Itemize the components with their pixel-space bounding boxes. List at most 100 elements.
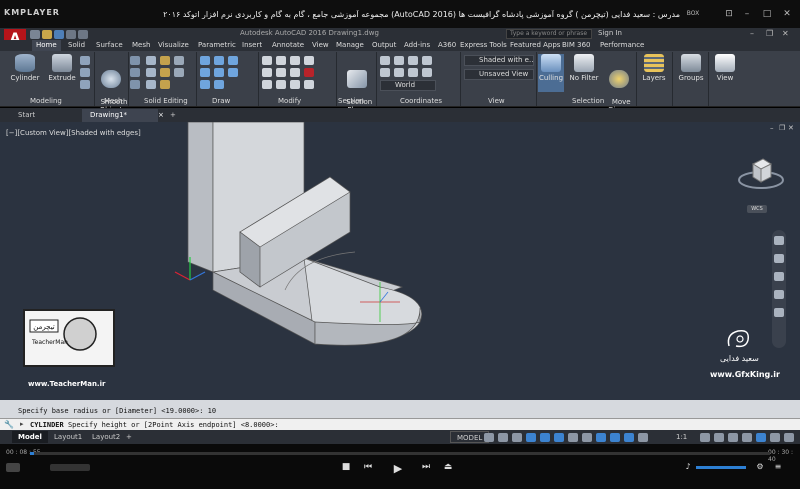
group-label-selection[interactable]: Selection	[572, 97, 604, 105]
clean-screen-icon[interactable]	[770, 433, 780, 442]
group-label-modify[interactable]: Modify	[278, 97, 301, 105]
group-label-section[interactable]: Section	[338, 97, 364, 105]
revolve-tool-icon[interactable]	[80, 80, 90, 89]
group-label-solid-editing[interactable]: Solid Editing	[144, 97, 188, 105]
tab-add-ins[interactable]: Add-ins	[400, 40, 434, 51]
tab-surface[interactable]: Surface	[92, 40, 127, 51]
trim-icon[interactable]	[290, 68, 300, 77]
culling-button[interactable]: Culling	[538, 54, 564, 92]
osnap-icon[interactable]	[540, 433, 550, 442]
status-menu-icon[interactable]	[784, 433, 794, 442]
ucs-dropdown[interactable]: World	[380, 80, 436, 91]
selection-cycling-icon[interactable]	[596, 433, 606, 442]
command-prompt[interactable]: CYLINDER Specify height or [2Point Axis …	[30, 421, 279, 429]
start-tab[interactable]: Start	[10, 109, 43, 122]
eject-icon[interactable]: ⏏	[440, 462, 456, 472]
units-icon[interactable]	[742, 433, 752, 442]
maximize-icon[interactable]: □	[760, 9, 774, 19]
erase-icon[interactable]	[304, 68, 314, 77]
ucs-object-icon[interactable]	[394, 68, 404, 77]
ucs-face-icon[interactable]	[408, 68, 418, 77]
ucs-z-icon[interactable]	[422, 68, 432, 77]
isolate-objects-icon[interactable]	[756, 433, 766, 442]
tab-view[interactable]: View	[308, 40, 333, 51]
layers-button[interactable]: Layers	[640, 54, 668, 92]
gizmo-toggle-icon[interactable]	[638, 433, 648, 442]
ucs-view-icon[interactable]	[380, 68, 390, 77]
grid-icon[interactable]	[484, 433, 494, 442]
redo-icon[interactable]	[78, 30, 88, 39]
tab-mesh[interactable]: Mesh	[128, 40, 154, 51]
pan-icon[interactable]	[774, 254, 784, 263]
section-plane-button[interactable]: Section Plane	[340, 54, 374, 114]
rotate-icon[interactable]	[276, 56, 286, 65]
new-tab-button[interactable]: +	[162, 109, 184, 122]
ucs-origin-icon[interactable]	[394, 56, 404, 65]
mesh-tool-icon[interactable]	[130, 80, 140, 89]
showmotion-icon[interactable]	[774, 308, 784, 317]
line-icon[interactable]	[200, 56, 210, 65]
scale-icon[interactable]	[262, 68, 272, 77]
model-tab[interactable]: Model	[12, 431, 48, 443]
zoom-icon[interactable]	[774, 272, 784, 281]
viewcube[interactable]	[738, 156, 784, 192]
transparency-icon[interactable]	[582, 433, 592, 442]
layout1-tab[interactable]: Layout1	[48, 431, 88, 443]
seek-bar[interactable]	[30, 452, 770, 455]
dynamic-ucs-icon[interactable]	[624, 433, 634, 442]
3d-osnap-icon[interactable]	[610, 433, 620, 442]
search-input[interactable]: Type a keyword or phrase	[506, 29, 592, 39]
close-icon[interactable]: ✕	[780, 9, 794, 19]
arc-icon[interactable]	[200, 68, 210, 77]
cylinder-button[interactable]: Cylinder	[8, 54, 42, 92]
polar-icon[interactable]	[526, 433, 536, 442]
sphere-tool-icon[interactable]	[80, 68, 90, 77]
shell-icon[interactable]	[160, 80, 170, 89]
tab-solid[interactable]: Solid	[64, 40, 89, 51]
next-icon[interactable]: ⏭	[418, 462, 434, 472]
group-label-coordinates[interactable]: Coordinates	[400, 97, 442, 105]
rectangle-icon[interactable]	[214, 68, 224, 77]
tab-bim-360[interactable]: BIM 360	[558, 40, 595, 51]
tab-performance[interactable]: Performance	[596, 40, 648, 51]
wcs-menu[interactable]: WCS	[747, 205, 767, 213]
tab-output[interactable]: Output	[368, 40, 400, 51]
circle-icon[interactable]	[228, 56, 238, 65]
view-button[interactable]: View	[712, 54, 738, 92]
stretch-icon[interactable]	[276, 68, 286, 77]
mesh-tool-icon[interactable]	[130, 56, 140, 65]
app-minimize-icon[interactable]: –	[750, 29, 754, 38]
slice-icon[interactable]	[174, 56, 184, 65]
ortho-icon[interactable]	[512, 433, 522, 442]
tab-visualize[interactable]: Visualize	[154, 40, 193, 51]
app-restore-icon[interactable]: ❐	[766, 29, 773, 38]
steering-wheel-icon[interactable]	[774, 236, 784, 245]
explode-icon[interactable]	[304, 80, 314, 89]
copy-icon[interactable]	[290, 56, 300, 65]
minimize-icon[interactable]: –	[740, 9, 754, 19]
previous-icon[interactable]: ⏮	[360, 462, 376, 472]
mesh-tool-icon[interactable]	[130, 68, 140, 77]
app-close-icon[interactable]: ✕	[782, 29, 789, 38]
tab-annotate[interactable]: Annotate	[268, 40, 308, 51]
recent-commands-icon[interactable]: ▸	[20, 420, 24, 428]
extrude-button[interactable]: Extrude	[46, 54, 78, 92]
group-label-modeling[interactable]: Modeling	[30, 97, 62, 105]
volume-slider[interactable]	[696, 466, 746, 469]
fillet-icon[interactable]	[290, 80, 300, 89]
undo-icon[interactable]	[66, 30, 76, 39]
workspace-icon[interactable]	[714, 433, 724, 442]
tab-manage[interactable]: Manage	[332, 40, 368, 51]
lineweight-icon[interactable]	[568, 433, 578, 442]
subtitle-3d-icon[interactable]	[6, 463, 20, 472]
group-label-mesh[interactable]: Mesh	[104, 97, 122, 105]
stop-icon[interactable]: ■	[338, 462, 354, 472]
annotation-visibility-icon[interactable]	[700, 433, 710, 442]
tab-express-tools[interactable]: Express Tools	[456, 40, 511, 51]
saved-view-dropdown[interactable]: Unsaved View	[464, 69, 534, 80]
pin-icon[interactable]: ⊡	[722, 9, 736, 19]
subtract-icon[interactable]	[146, 68, 156, 77]
no-filter-button[interactable]: No Filter	[568, 54, 600, 92]
groups-button[interactable]: Groups	[676, 54, 706, 92]
sign-in-link[interactable]: Sign In	[598, 29, 622, 37]
